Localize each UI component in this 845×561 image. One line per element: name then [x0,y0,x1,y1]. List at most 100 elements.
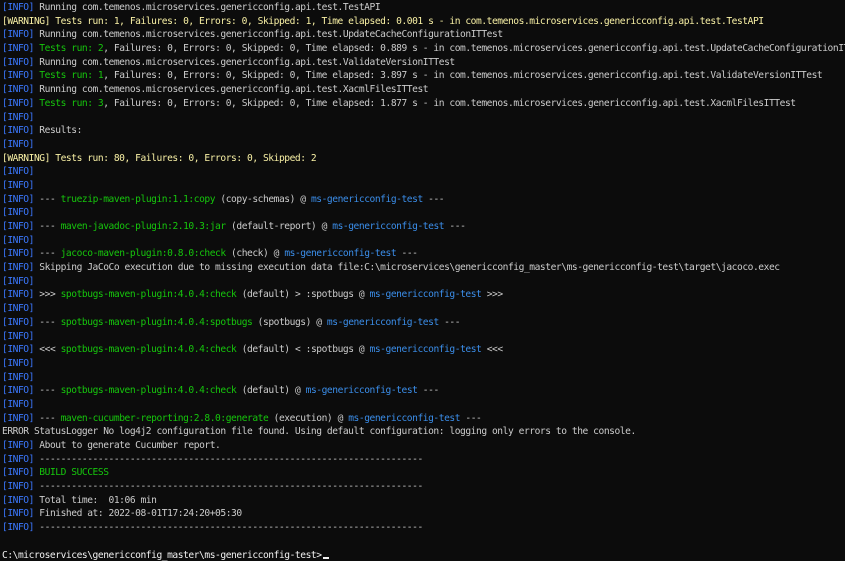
terminal-text-plain: (check) @ [225,248,285,260]
terminal-output[interactable]: [INFO] Running com.temenos.microservices… [0,0,845,561]
terminal-line: [INFO] Tests run: 2, Failures: 0, Errors… [0,42,845,56]
terminal-text-info: [INFO] [2,207,34,219]
terminal-text-plain: --- [39,316,61,328]
terminal-text-white: C:\microservices\genericconfig_master\ms… [2,549,322,561]
text-cursor [322,556,329,559]
terminal-text-info: [INFO] [2,357,34,369]
terminal-text-plain: --- [422,193,445,205]
terminal-line: [INFO] Skipping JaCoCo execution due to … [0,261,845,275]
terminal-text-cyan: ms-genericconfig-test [332,221,445,232]
terminal-line: [INFO] >>> spotbugs-maven-plugin:4.0.4:c… [0,288,845,302]
terminal-text-plain: --- [438,316,461,328]
terminal-text-plain: --- [39,221,61,232]
terminal-text-info: [INFO] [2,138,34,150]
terminal-text-info: [INFO] [2,481,40,493]
terminal-text-plain: (default) < :spotbugs @ [236,344,370,356]
terminal-text-plain: ERROR StatusLogger No log4j2 configurati… [2,426,636,438]
terminal-line: [INFO] Total time: 01:06 min [0,494,845,508]
terminal-text-green: Tests run: 2 [39,43,104,55]
terminal-line: [INFO] Tests run: 1, Failures: 0, Errors… [0,69,845,83]
terminal-text-info: [INFO] [2,248,40,260]
terminal-text-plain: >>> [39,289,61,301]
terminal-text-plain: --- [39,412,61,424]
terminal-text-plain: ----------------------------------------… [39,481,423,493]
terminal-line: [INFO] --- maven-cucumber-reporting:2.8.… [0,412,845,426]
terminal-line: [INFO] [0,330,845,344]
terminal-text-info: [INFO] [2,111,34,123]
terminal-text-info: [INFO] [2,344,40,356]
terminal-line: [INFO] [0,179,845,193]
terminal-text-plain: <<< [39,344,61,356]
terminal-text-plain: --- [417,385,439,397]
terminal-text-green: BUILD SUCCESS [39,467,109,479]
terminal-text-plain: (default) > :spotbugs @ [236,289,370,301]
terminal-text-info: [INFO] [2,453,40,465]
terminal-text-green: maven-javadoc-plugin:2.10.3:jar [60,221,227,232]
terminal-text-info: [INFO] [2,97,40,109]
terminal-text-green: spotbugs-maven-plugin:4.0.4:check [60,289,237,301]
terminal-text-warn: [WARNING] Tests run: 80, Failures: 0, Er… [2,152,317,164]
terminal-text-info: [INFO] [2,289,40,301]
terminal-line: [WARNING] Tests run: 80, Failures: 0, Er… [0,152,845,166]
terminal-line: [INFO] About to generate Cucumber report… [0,439,845,453]
terminal-text-info: [INFO] [2,43,40,55]
terminal-text-plain: (execution) @ [268,412,349,424]
terminal-line: [INFO] ---------------------------------… [0,521,845,535]
terminal-text-plain: , Failures: 0, Errors: 0, Skipped: 0, Ti… [103,43,845,55]
terminal-text-plain: , Failures: 0, Errors: 0, Skipped: 0, Ti… [103,97,796,109]
terminal-text-cyan: ms-genericconfig-test [369,289,482,301]
terminal-line: [INFO] Running com.temenos.microservices… [0,56,845,70]
terminal-line: [INFO] --- spotbugs-maven-plugin:4.0.4:s… [0,316,845,330]
terminal-text-plain: ----------------------------------------… [39,453,423,465]
terminal-text-info: [INFO] [2,56,40,68]
terminal-text-green: spotbugs-maven-plugin:4.0.4:spotbugs [60,316,253,328]
terminal-text-green: Tests run: 3 [39,97,104,109]
terminal-line: [INFO] BUILD SUCCESS [0,466,845,480]
terminal-text-plain: --- [39,193,61,205]
terminal-text-plain: --- [460,412,482,424]
terminal-line: [INFO] ---------------------------------… [0,453,845,467]
terminal-text-cyan: ms-genericconfig-test [369,344,482,356]
terminal-text-info: [INFO] [2,316,40,328]
terminal-line: ERROR StatusLogger No log4j2 configurati… [0,425,845,439]
terminal-text-plain: , Failures: 0, Errors: 0, Skipped: 0, Ti… [103,70,823,82]
terminal-line: [INFO] Finished at: 2022-08-01T17:24:20+… [0,507,845,521]
terminal-text-plain: --- [39,248,61,260]
terminal-text-plain: --- [39,385,61,397]
terminal-text-plain: ----------------------------------------… [39,522,423,534]
terminal-text-info: [INFO] [2,398,34,410]
terminal-line: [INFO] [0,371,845,385]
terminal-text-info: [INFO] [2,125,40,137]
terminal-line: [INFO] [0,234,845,248]
terminal-line: [WARNING] Tests run: 1, Failures: 0, Err… [0,15,845,29]
terminal-text-plain: --- [396,248,418,260]
terminal-line: [INFO] Results: [0,124,845,138]
terminal-line: [INFO] --- spotbugs-maven-plugin:4.0.4:c… [0,384,845,398]
command-prompt-line: C:\microservices\genericconfig_master\ms… [0,549,845,561]
terminal-text-info: [INFO] [2,522,40,534]
terminal-text-info: [INFO] [2,166,34,178]
terminal-line: [INFO] [0,398,845,412]
terminal-line: [INFO] <<< spotbugs-maven-plugin:4.0.4:c… [0,343,845,357]
terminal-text-plain: Running com.temenos.microservices.generi… [39,84,429,96]
terminal-text-cyan: ms-genericconfig-test [284,248,397,260]
terminal-text-info: [INFO] [2,221,40,232]
terminal-line: [INFO] Running com.temenos.microservices… [0,28,845,42]
terminal-line: [INFO] Running com.temenos.microservices… [0,1,845,15]
terminal-text-info: [INFO] [2,385,40,397]
terminal-text-plain: Skipping JaCoCo execution due to missing… [39,262,780,274]
terminal-text-green: spotbugs-maven-plugin:4.0.4:check [60,344,237,356]
terminal-text-plain: Running com.temenos.microservices.generi… [39,56,455,68]
terminal-line: [INFO] [0,165,845,179]
terminal-line: [INFO] --- maven-javadoc-plugin:2.10.3:j… [0,220,845,234]
terminal-text-info: [INFO] [2,179,34,191]
terminal-text-plain: (default) @ [236,385,306,397]
terminal-text-plain: --- [444,221,466,232]
terminal-line: [INFO] [0,138,845,152]
terminal-line: [INFO] --- truezip-maven-plugin:1.1:copy… [0,193,845,207]
terminal-text-plain: (spotbugs) @ [252,316,327,328]
terminal-line: [INFO] ---------------------------------… [0,480,845,494]
terminal-text-cyan: ms-genericconfig-test [326,316,439,328]
terminal-text-plain: Results: [39,125,82,137]
